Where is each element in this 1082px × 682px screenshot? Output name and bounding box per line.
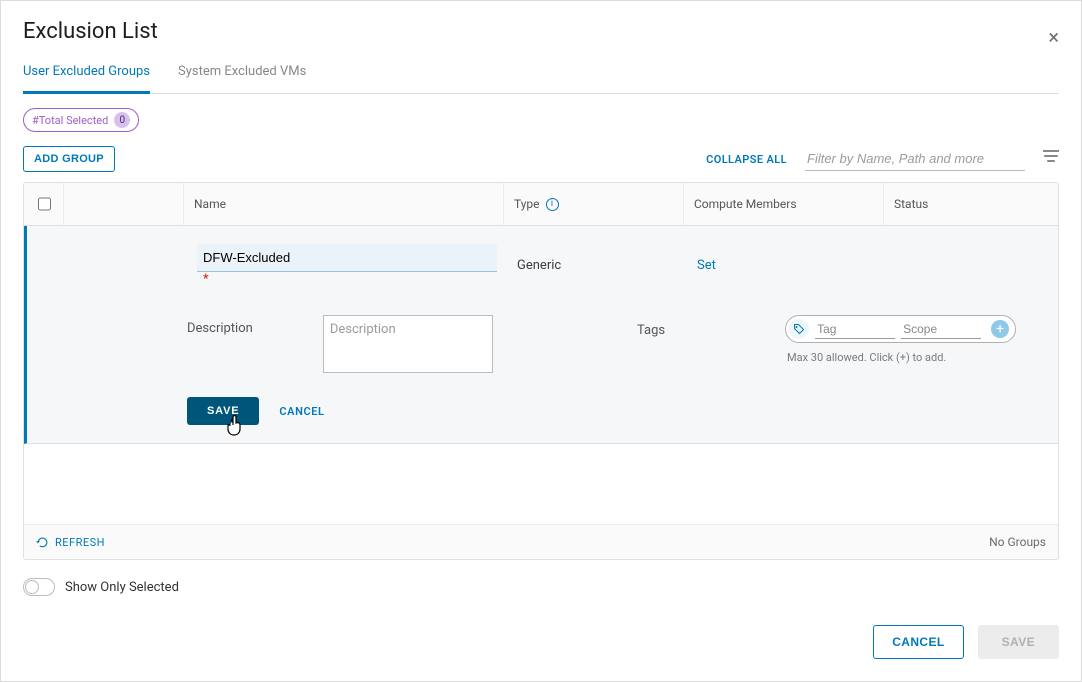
row-top: * Generic Set (27, 242, 1058, 289)
tags-section: Tags + Max 30 allowed. Click (+) to add. (627, 315, 1058, 373)
tags-label: Tags (637, 321, 665, 338)
add-group-button[interactable]: ADD GROUP (23, 146, 115, 172)
tag-scope-input[interactable] (901, 320, 981, 339)
exclusion-list-dialog: Exclusion List × User Excluded Groups Sy… (0, 0, 1082, 682)
row-name-cell: * (187, 242, 507, 289)
tag-icon (789, 319, 809, 339)
toggle-knob (25, 580, 39, 594)
table-empty-space (24, 444, 1058, 524)
tabs: User Excluded Groups System Excluded VMs (23, 54, 1059, 94)
row-expand-cell (67, 264, 187, 268)
header-checkbox-cell (24, 183, 64, 225)
title-row: Exclusion List × (23, 19, 1059, 54)
show-only-selected-label: Show Only Selected (65, 580, 179, 595)
dialog-save-button[interactable]: SAVE (978, 625, 1059, 659)
total-selected-count: 0 (114, 112, 130, 128)
collapse-all-button[interactable]: COLLAPSE ALL (706, 153, 787, 166)
row-save-button[interactable]: SAVE (187, 397, 259, 425)
filter-icon[interactable] (1043, 150, 1059, 168)
table-header: Name Type i Compute Members Status (24, 183, 1058, 226)
header-type-label: Type (514, 197, 540, 211)
tab-system-excluded-vms[interactable]: System Excluded VMs (178, 54, 306, 93)
add-tag-button[interactable]: + (991, 320, 1009, 338)
description-section: Description (27, 315, 627, 373)
row-status-cell (887, 264, 1058, 268)
dialog-cancel-button[interactable]: CANCEL (873, 625, 963, 659)
row-checkbox-cell (27, 264, 67, 268)
row-actions: SAVE CANCEL (27, 373, 1058, 425)
header-status: Status (884, 183, 1058, 225)
no-groups-text: No Groups (989, 535, 1046, 549)
show-only-selected-toggle[interactable] (23, 578, 55, 596)
table-footer-bar: REFRESH No Groups (24, 524, 1058, 559)
show-only-selected-row: Show Only Selected (23, 578, 1059, 596)
required-asterisk: * (203, 272, 209, 287)
description-textarea[interactable] (323, 315, 493, 373)
filter-input[interactable] (805, 147, 1025, 171)
group-row-editing: * Generic Set Description Tags (24, 226, 1058, 444)
row-type-cell: Generic (507, 256, 687, 275)
tag-name-input[interactable] (815, 320, 895, 339)
refresh-icon (36, 536, 49, 549)
info-icon[interactable]: i (546, 198, 559, 211)
row-compute-cell: Set (687, 256, 887, 275)
group-name-input[interactable] (197, 244, 497, 272)
tag-pill: + (785, 315, 1016, 343)
toolbar-right: COLLAPSE ALL (706, 147, 1059, 171)
total-selected-chip[interactable]: #Total Selected 0 (23, 108, 139, 132)
row-cancel-button[interactable]: CANCEL (279, 405, 324, 418)
refresh-label: REFRESH (55, 536, 105, 549)
tab-user-excluded-groups[interactable]: User Excluded Groups (23, 54, 150, 94)
header-type: Type i (504, 183, 684, 225)
toolbar: ADD GROUP COLLAPSE ALL (23, 146, 1059, 172)
tag-hint: Max 30 allowed. Click (+) to add. (637, 351, 1058, 364)
description-label: Description (187, 315, 253, 336)
row-details: Description Tags + (27, 289, 1058, 373)
header-expand-cell (64, 183, 184, 225)
tags-row: Tags + (637, 315, 1058, 343)
dialog-footer: CANCEL SAVE (873, 625, 1059, 659)
set-compute-members-link[interactable]: Set (697, 258, 716, 273)
header-compute-members: Compute Members (684, 183, 884, 225)
header-name: Name (184, 183, 504, 225)
select-all-checkbox[interactable] (38, 197, 51, 211)
total-selected-label: #Total Selected (32, 114, 108, 127)
refresh-button[interactable]: REFRESH (36, 536, 105, 549)
close-icon[interactable]: × (1048, 27, 1059, 47)
dialog-title: Exclusion List (23, 19, 158, 44)
groups-table: Name Type i Compute Members Status * Gen… (23, 182, 1059, 560)
